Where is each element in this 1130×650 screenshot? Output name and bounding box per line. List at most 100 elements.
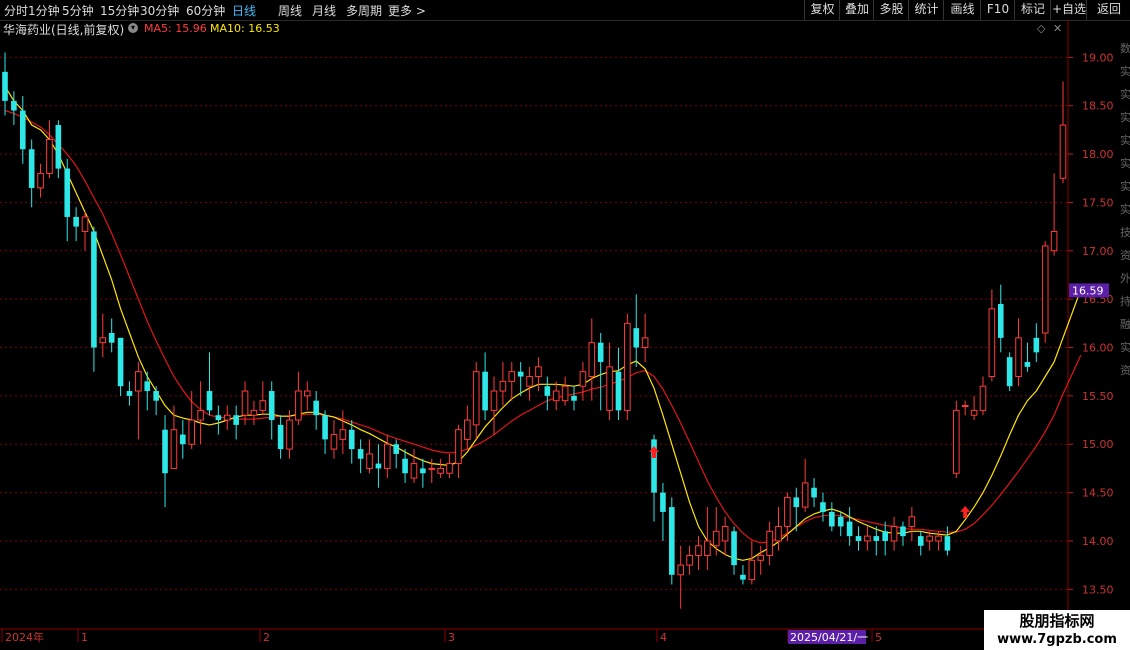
- candle-body-up[interactable]: [81, 216, 89, 232]
- side-tab-glyph[interactable]: 技: [1120, 226, 1130, 239]
- side-tab-glyph[interactable]: 外: [1120, 272, 1130, 285]
- candle-body-down[interactable]: [1006, 357, 1013, 387]
- candle-body-down[interactable]: [313, 400, 319, 416]
- candle-body-up[interactable]: [721, 525, 729, 542]
- candle-body-up[interactable]: [953, 409, 960, 474]
- candle-body-down[interactable]: [206, 391, 213, 411]
- candle-body-up[interactable]: [970, 409, 978, 416]
- side-tab-glyph[interactable]: 融: [1120, 318, 1130, 331]
- candle-body-down[interactable]: [669, 507, 675, 575]
- side-tab-glyph[interactable]: 持: [1120, 294, 1130, 308]
- toolbar-button[interactable]: 返回: [1086, 0, 1130, 20]
- period-tab[interactable]: 周线: [278, 2, 302, 19]
- candle-body-up[interactable]: [384, 443, 391, 469]
- side-tab-glyph[interactable]: 实: [1120, 202, 1130, 216]
- candle-body-up[interactable]: [641, 337, 649, 349]
- candle-body-up[interactable]: [801, 482, 809, 508]
- candle-body-down[interactable]: [544, 386, 551, 396]
- candle-body-up[interactable]: [286, 419, 293, 450]
- candle-body-down[interactable]: [277, 424, 284, 450]
- candle-body-up[interactable]: [437, 467, 444, 474]
- candle-body-up[interactable]: [46, 139, 53, 174]
- candle-body-down[interactable]: [233, 415, 239, 425]
- candle-body-up[interactable]: [579, 371, 587, 387]
- candle-body-down[interactable]: [348, 429, 355, 450]
- candle-body-down[interactable]: [322, 415, 328, 440]
- candle-body-up[interactable]: [1059, 124, 1067, 179]
- candle-body-up[interactable]: [250, 409, 258, 416]
- candle-body-down[interactable]: [108, 333, 115, 343]
- side-tab-glyph[interactable]: 实: [1120, 156, 1130, 170]
- candle-body-up[interactable]: [935, 535, 942, 542]
- candle-body-up[interactable]: [775, 525, 782, 542]
- candle-body-down[interactable]: [633, 328, 640, 348]
- candle-body-down[interactable]: [28, 149, 35, 188]
- side-tab-glyph[interactable]: 数: [1120, 42, 1130, 55]
- toolbar-button[interactable]: 多股: [873, 0, 909, 20]
- candle-body-down[interactable]: [2, 71, 8, 101]
- candle-body-up[interactable]: [784, 496, 791, 527]
- candle-body-up[interactable]: [366, 453, 373, 469]
- candle-body-down[interactable]: [1033, 337, 1040, 353]
- period-tab[interactable]: 多周期: [346, 2, 382, 19]
- side-tab-glyph[interactable]: 实: [1120, 64, 1130, 78]
- side-tab-glyph[interactable]: 实: [1120, 133, 1130, 147]
- candle-body-down[interactable]: [837, 516, 844, 527]
- candle-body-up[interactable]: [561, 385, 569, 402]
- candle-body-down[interactable]: [660, 492, 666, 512]
- candle-body-down[interactable]: [597, 342, 604, 363]
- candle-body-down[interactable]: [402, 458, 408, 474]
- candle-body-up[interactable]: [757, 554, 765, 561]
- candle-body-down[interactable]: [615, 371, 622, 411]
- toolbar-button[interactable]: 统计: [908, 0, 944, 20]
- candle-body-down[interactable]: [180, 434, 186, 445]
- candle-body-up[interactable]: [588, 342, 596, 378]
- period-tab[interactable]: 分时: [4, 2, 28, 19]
- candle-body-down[interactable]: [117, 337, 124, 387]
- candle-body-down[interactable]: [73, 216, 79, 227]
- period-tab[interactable]: 15分钟: [100, 2, 139, 19]
- candle-body-up[interactable]: [464, 419, 471, 440]
- period-tab[interactable]: 5分钟: [62, 2, 94, 19]
- candle-body-up[interactable]: [624, 322, 631, 411]
- candle-body-up[interactable]: [170, 429, 178, 469]
- candle-body-up[interactable]: [37, 172, 44, 189]
- side-tab-glyph[interactable]: 实: [1120, 87, 1130, 101]
- candle-body-down[interactable]: [144, 381, 151, 392]
- candle-body-down[interactable]: [917, 536, 924, 546]
- candle-body-down[interactable]: [64, 168, 71, 217]
- candle-body-down[interactable]: [873, 536, 880, 541]
- toolbar-button[interactable]: 标记: [1014, 0, 1051, 20]
- candle-body-up[interactable]: [890, 525, 898, 542]
- candle-body-down[interactable]: [268, 391, 275, 421]
- period-tab[interactable]: 30分钟: [140, 2, 179, 19]
- candle-body-up[interactable]: [535, 366, 542, 378]
- candle-body-down[interactable]: [517, 371, 524, 377]
- candle-body-up[interactable]: [748, 559, 756, 581]
- candle-body-down[interactable]: [126, 391, 133, 396]
- candle-body-down[interactable]: [162, 429, 168, 474]
- candle-body-down[interactable]: [731, 531, 737, 566]
- candle-body-down[interactable]: [944, 536, 951, 551]
- candle-body-up[interactable]: [704, 540, 711, 556]
- candle-body-up[interactable]: [241, 390, 249, 416]
- candle-body-down[interactable]: [153, 391, 159, 401]
- candle-body-down[interactable]: [855, 536, 862, 541]
- period-tab[interactable]: 1分钟: [28, 2, 60, 19]
- candle-body-down[interactable]: [420, 468, 426, 474]
- candle-body-up[interactable]: [677, 564, 684, 576]
- candle-body-up[interactable]: [961, 405, 969, 408]
- candle-body-up[interactable]: [508, 371, 516, 382]
- period-tab[interactable]: 60分钟: [186, 2, 225, 19]
- candle-body-up[interactable]: [686, 554, 693, 566]
- candle-body-down[interactable]: [811, 487, 817, 498]
- toolbar-button[interactable]: F10: [980, 0, 1015, 20]
- candle-body-down[interactable]: [55, 125, 62, 169]
- candle-body-up[interactable]: [490, 390, 498, 411]
- candle-body-up[interactable]: [1050, 230, 1058, 252]
- candle-body-down[interactable]: [19, 110, 26, 150]
- period-tab[interactable]: 日线: [232, 2, 256, 19]
- candle-body-up[interactable]: [446, 463, 453, 474]
- candle-body-up[interactable]: [197, 409, 204, 421]
- candle-body-down[interactable]: [215, 415, 222, 421]
